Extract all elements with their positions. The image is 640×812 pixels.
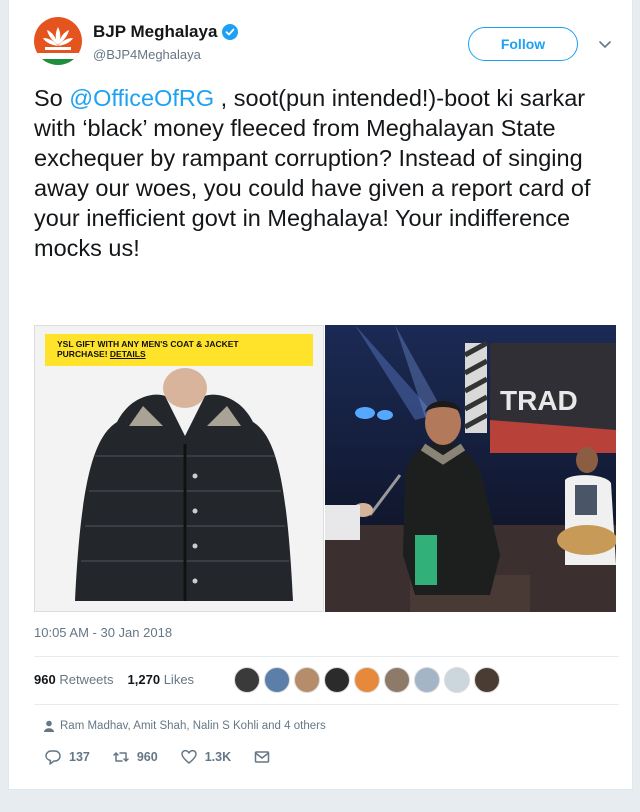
chevron-down-icon[interactable]	[597, 36, 613, 52]
avatar[interactable]	[384, 667, 410, 693]
engagement-stats: 960 Retweets 1,270 Likes	[34, 672, 194, 687]
author-name-row[interactable]: BJP Meghalaya	[93, 22, 239, 42]
avatar[interactable]	[264, 667, 290, 693]
verified-icon	[222, 24, 239, 40]
likes-stat[interactable]: 1,270 Likes	[128, 672, 195, 687]
stage-sign-text: TRAD	[500, 385, 578, 416]
user-icon	[44, 720, 54, 732]
divider-middle	[34, 704, 619, 705]
reply-icon	[45, 750, 61, 765]
avatar[interactable]	[294, 667, 320, 693]
avatar[interactable]	[234, 667, 260, 693]
like-button[interactable]: 1.3K	[180, 748, 231, 766]
retweet-button[interactable]: 960	[112, 748, 158, 766]
direct-message-button[interactable]	[253, 748, 271, 766]
avatar[interactable]	[324, 667, 350, 693]
tweet-image-stage[interactable]: TRAD	[325, 325, 616, 612]
reply-count: 137	[69, 750, 90, 764]
liked-by-line: Ram Madhav, Amit Shah, Nalin S Kohli and…	[44, 720, 326, 732]
tweet-card: BJP Meghalaya @BJP4Meghalaya Follow So @…	[8, 0, 633, 790]
mail-icon	[254, 751, 270, 763]
jacket-illustration	[35, 326, 323, 611]
stage-photo: TRAD	[325, 325, 616, 612]
tweet-text: So @OfficeOfRG , soot(pun intended!)-boo…	[34, 85, 591, 261]
like-count: 1.3K	[204, 750, 232, 764]
liked-by-text[interactable]: Ram Madhav, Amit Shah, Nalin S Kohli and…	[60, 720, 326, 732]
avatar[interactable]	[354, 667, 380, 693]
tweet-image-jacket[interactable]: YSL GIFT WITH ANY MEN'S COAT & JACKET PU…	[34, 325, 324, 612]
avatar[interactable]	[414, 667, 440, 693]
lotus-logo-icon	[43, 27, 73, 50]
mention-link[interactable]: @OfficeOfRG	[69, 85, 214, 111]
follow-button[interactable]: Follow	[468, 27, 578, 61]
avatar[interactable]	[34, 17, 82, 65]
heart-icon	[180, 749, 197, 764]
retweets-stat[interactable]: 960 Retweets	[34, 672, 114, 687]
retweet-count: 960	[136, 750, 158, 764]
user-handle[interactable]: @BJP4Meghalaya	[93, 47, 201, 62]
retweet-icon	[113, 752, 129, 762]
avatar[interactable]	[474, 667, 500, 693]
tweet-actions: 137 960 1.3K	[44, 748, 293, 766]
divider-top	[34, 656, 619, 657]
reply-button[interactable]: 137	[44, 748, 90, 766]
display-name[interactable]: BJP Meghalaya	[93, 22, 217, 42]
ysl-banner-overlay: YSL GIFT WITH ANY MEN'S COAT & JACKET PU…	[45, 334, 313, 366]
liker-avatars	[234, 667, 500, 693]
tweet-timestamp[interactable]: 10:05 AM - 30 Jan 2018	[34, 625, 172, 640]
avatar[interactable]	[444, 667, 470, 693]
